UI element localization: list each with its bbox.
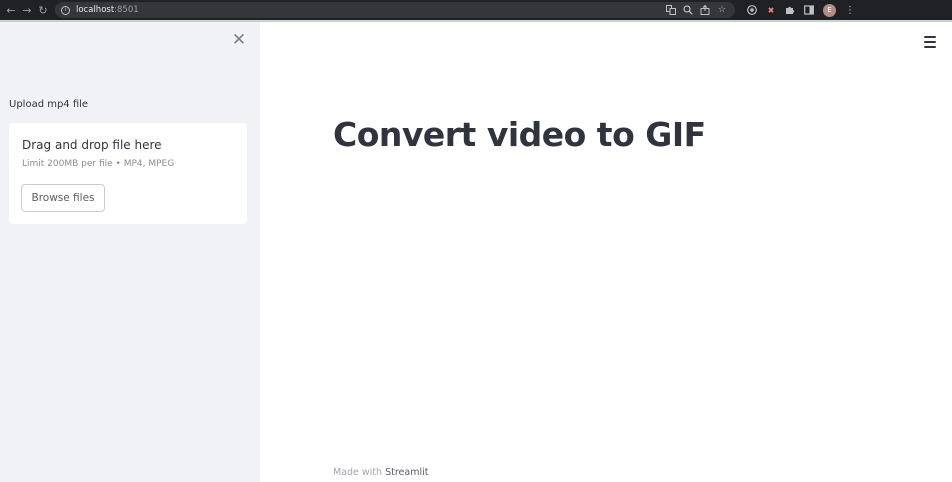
forward-arrow-icon[interactable]: → (19, 0, 35, 20)
file-dropzone[interactable]: Drag and drop file here Limit 200MB per … (9, 123, 247, 224)
info-icon[interactable]: i (61, 5, 70, 15)
avatar-initial: E (827, 6, 832, 14)
sidebar: ✕ Upload mp4 file Drag and drop file her… (0, 22, 260, 482)
side-panel-icon[interactable] (804, 5, 814, 15)
menu-bar (924, 41, 936, 43)
close-icon[interactable]: ✕ (231, 32, 247, 49)
upload-label: Upload mp4 file (9, 99, 89, 110)
menu-bar (924, 46, 936, 48)
share-icon[interactable] (700, 5, 710, 15)
zoom-icon[interactable] (683, 5, 693, 15)
browser-toolbar: ← → ↻ i localhost:8501 ☆ ✖ E ⋮ (0, 0, 952, 20)
dropzone-subtitle: Limit 200MB per file • MP4, MPEG (22, 159, 175, 169)
avatar[interactable]: E (823, 3, 836, 17)
main-content: Convert video to GIF Made with Streamlit (260, 22, 952, 482)
dropzone-title: Drag and drop file here (22, 138, 162, 152)
streamlit-link[interactable]: Streamlit (385, 467, 428, 478)
hamburger-menu-icon[interactable] (924, 36, 938, 48)
browse-files-button[interactable]: Browse files (21, 184, 105, 212)
url-host: localhost (76, 5, 115, 15)
menu-bar (924, 36, 936, 38)
puzzle-icon[interactable] (785, 5, 795, 15)
url-port: :8501 (114, 5, 139, 15)
extension-icon[interactable] (747, 5, 757, 15)
reload-icon[interactable]: ↻ (35, 0, 51, 20)
star-icon[interactable]: ☆ (717, 5, 727, 15)
page-title: Convert video to GIF (333, 115, 706, 154)
back-arrow-icon[interactable]: ← (3, 0, 19, 20)
footer: Made with Streamlit (333, 467, 428, 478)
translate-icon[interactable] (666, 5, 676, 15)
extension-icon[interactable]: ✖ (766, 5, 776, 15)
kebab-menu-icon[interactable]: ⋮ (845, 5, 855, 16)
address-bar[interactable]: i localhost:8501 ☆ (55, 2, 735, 18)
footer-text: Made with (333, 467, 386, 478)
url-text[interactable]: localhost:8501 (76, 5, 139, 15)
